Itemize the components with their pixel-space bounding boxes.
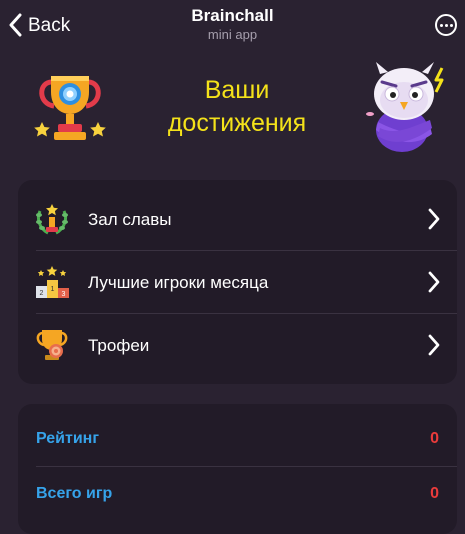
- achievements-hero: Ваши достижения: [0, 58, 465, 166]
- laurel-trophy-icon: [36, 204, 68, 235]
- podium-digit-1: 1: [51, 286, 55, 293]
- stat-value: 0: [430, 485, 439, 502]
- more-dot-icon: [444, 23, 448, 27]
- achievements-menu: Зал славы 2 1 3 Лучшие игроки месяца Тро…: [18, 180, 457, 384]
- chevron-right-icon: [428, 271, 440, 293]
- more-options-button[interactable]: [435, 14, 457, 36]
- stats-panel: Рейтинг 0 Всего игр 0: [18, 404, 457, 534]
- trophy-medal-icon: [36, 330, 68, 360]
- achievements-title-line1: Ваши: [204, 76, 270, 104]
- more-dot-icon: [449, 23, 453, 27]
- more-dot-icon: [439, 23, 443, 27]
- menu-item-label: Лучшие игроки месяца: [88, 273, 269, 292]
- title-block: Brainchall mini app: [0, 6, 465, 44]
- trophy-icon: [34, 76, 106, 140]
- menu-item-label: Зал славы: [88, 210, 172, 229]
- stat-value: 0: [430, 430, 439, 447]
- chevron-right-icon: [428, 208, 440, 230]
- chevron-right-icon: [428, 334, 440, 356]
- app-title: Brainchall: [191, 6, 274, 25]
- app-subtitle: mini app: [207, 27, 258, 42]
- top-bar: Back Brainchall mini app: [0, 0, 465, 52]
- stat-label: Рейтинг: [36, 430, 100, 447]
- owl-mascot-icon: [366, 62, 444, 152]
- menu-item-hall-of-fame[interactable]: Зал славы: [18, 188, 457, 250]
- achievements-title: Ваши достижения: [130, 74, 344, 140]
- menu-item-label: Трофеи: [88, 336, 150, 355]
- stat-label: Всего игр: [36, 485, 113, 502]
- menu-item-top-players-month[interactable]: 2 1 3 Лучшие игроки месяца: [18, 251, 457, 313]
- podium-icon: 2 1 3: [36, 266, 69, 298]
- achievements-title-line2: достижения: [167, 109, 307, 137]
- stat-row-total-games: Всего игр 0: [18, 467, 457, 521]
- podium-digit-2: 2: [40, 290, 44, 297]
- menu-item-trophies[interactable]: Трофеи: [18, 314, 457, 376]
- podium-digit-3: 3: [62, 291, 66, 298]
- stat-row-rating: Рейтинг 0: [18, 412, 457, 466]
